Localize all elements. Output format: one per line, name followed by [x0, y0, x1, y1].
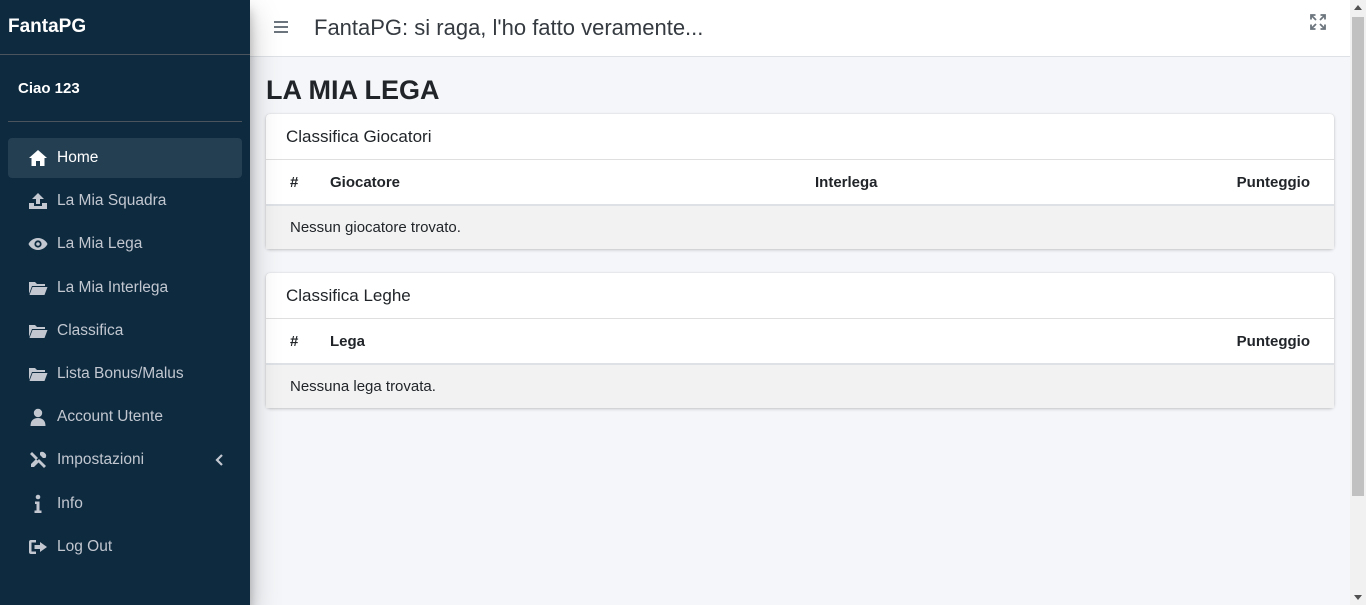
leagues-ranking-table: # Lega Punteggio Nessuna lega trovata. [266, 319, 1334, 408]
info-icon [27, 493, 49, 515]
table-row: Nessun giocatore trovato. [266, 205, 1334, 249]
leagues-ranking-card: Classifica Leghe # Lega Punteggio Nessun… [266, 273, 1334, 408]
sidebar-item-label: Info [57, 494, 83, 512]
hamburger-menu-icon[interactable] [274, 21, 292, 35]
sidebar-item-info[interactable]: Info [8, 484, 242, 524]
sidebar-item-label: La Mia Squadra [57, 192, 167, 210]
table-row: Nessuna lega trovata. [266, 364, 1334, 408]
table-header-row: # Giocatore Interlega Punteggio [266, 160, 1334, 206]
user-greeting: Ciao 123 [8, 55, 242, 122]
column-header-score: Punteggio [1049, 160, 1334, 206]
sidebar-item-home[interactable]: Home [8, 138, 242, 178]
chevron-left-icon [212, 452, 228, 468]
players-ranking-card: Classifica Giocatori # Giocatore Interle… [266, 114, 1334, 249]
empty-message: Nessuna lega trovata. [266, 364, 1334, 408]
players-ranking-table: # Giocatore Interlega Punteggio Nessun g… [266, 160, 1334, 249]
column-header-player: Giocatore [322, 160, 791, 206]
sidebar-item-lista-bonus-malus[interactable]: Lista Bonus/Malus [8, 354, 242, 394]
empty-message: Nessun giocatore trovato. [266, 205, 1334, 249]
fullscreen-icon[interactable] [1310, 14, 1326, 30]
card-title: Classifica Leghe [266, 273, 1334, 319]
sidebar-item-label: Classifica [57, 321, 124, 339]
sidebar-item-label: Impostazioni [57, 451, 145, 469]
brand-link[interactable]: FantaPG [0, 0, 250, 55]
home-icon [27, 147, 49, 169]
folder-icon [27, 320, 49, 342]
sidebar-item-label: Home [57, 149, 99, 166]
app-title: FantaPG: si raga, l'ho fatto veramente..… [314, 15, 704, 40]
folder-icon [27, 363, 49, 385]
sidebar-item-label: Lista Bonus/Malus [57, 364, 184, 382]
sidebar-item-classifica[interactable]: Classifica [8, 311, 242, 351]
upload-icon [27, 190, 49, 212]
main-content: LA MIA LEGA Classifica Giocatori # Gioca… [266, 57, 1334, 432]
sidebar-item-la-mia-interlega[interactable]: La Mia Interlega [8, 268, 242, 308]
sidebar-item-label: Account Utente [57, 408, 163, 426]
sidebar-item-label: La Mia Lega [57, 235, 143, 253]
column-header-interlega: Interlega [791, 160, 1050, 206]
scroll-up-arrow-icon[interactable] [1354, 5, 1362, 10]
vertical-scrollbar[interactable] [1350, 0, 1366, 605]
sidebar: FantaPG Ciao 123 Home La Mia Squadra La … [0, 0, 250, 605]
sidebar-item-account-utente[interactable]: Account Utente [8, 397, 242, 437]
sign-out-icon [27, 536, 49, 558]
page-title: LA MIA LEGA [266, 75, 440, 105]
table-header-row: # Lega Punteggio [266, 319, 1334, 365]
scrollbar-thumb[interactable] [1352, 17, 1364, 496]
column-header-rank: # [266, 319, 322, 365]
sidebar-nav: Home La Mia Squadra La Mia Lega La Mia I… [0, 122, 250, 567]
scroll-down-arrow-icon[interactable] [1354, 595, 1362, 600]
sidebar-item-la-mia-lega[interactable]: La Mia Lega [8, 224, 242, 264]
sidebar-item-label: Log Out [57, 537, 113, 555]
column-header-league: Lega [322, 319, 683, 365]
user-icon [27, 406, 49, 428]
eye-icon [27, 233, 49, 255]
sidebar-item-impostazioni[interactable]: Impostazioni [8, 440, 242, 480]
top-navbar: FantaPG: si raga, l'ho fatto veramente..… [250, 0, 1350, 57]
column-header-score: Punteggio [682, 319, 1334, 365]
folder-icon [27, 277, 49, 299]
sidebar-item-log-out[interactable]: Log Out [8, 527, 242, 567]
card-title: Classifica Giocatori [266, 114, 1334, 160]
column-header-rank: # [266, 160, 322, 206]
tools-icon [27, 449, 49, 471]
sidebar-item-label: La Mia Interlega [57, 278, 169, 296]
sidebar-item-la-mia-squadra[interactable]: La Mia Squadra [8, 181, 242, 221]
